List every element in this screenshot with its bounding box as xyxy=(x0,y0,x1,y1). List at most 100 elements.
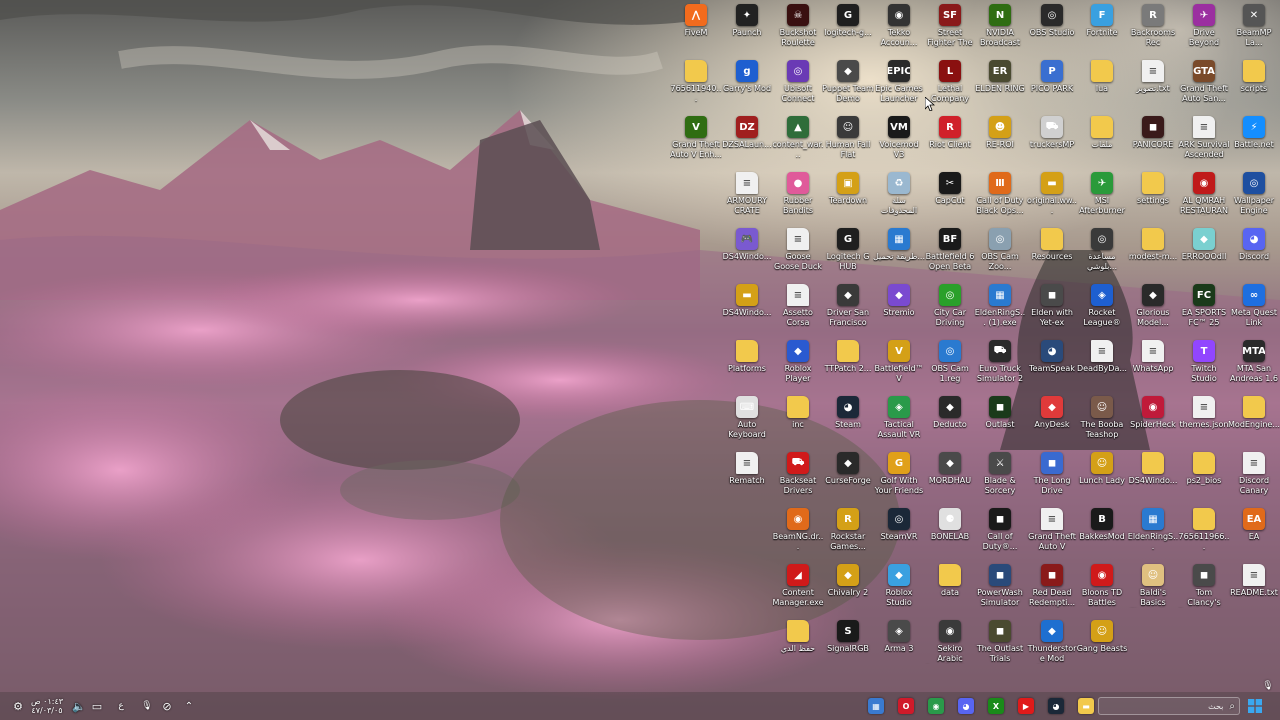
tb-app-explorer-icon[interactable]: ▦ xyxy=(866,696,886,716)
desktop-icon[interactable]: S SignalRGB xyxy=(822,616,874,672)
desktop-icon[interactable]: ◈ Tactical Assault VR xyxy=(873,392,925,448)
desktop-icon[interactable]: ◆ AnyDesk xyxy=(1026,392,1078,448)
desktop-icon[interactable]: T Twitch Studio xyxy=(1178,336,1230,392)
desktop-icon[interactable]: ◼ Red Dead Redempti... xyxy=(1026,560,1078,616)
desktop-icon[interactable]: ∞ Meta Quest Link xyxy=(1228,280,1280,336)
desktop-icon[interactable]: ♻ سلة المحذوفات xyxy=(873,168,925,224)
desktop-icon[interactable]: ◆ Driver San Francisco xyxy=(822,280,874,336)
language-indicator[interactable]: ع xyxy=(114,696,128,716)
desktop-icon[interactable]: R Backrooms Rec xyxy=(1127,0,1179,56)
desktop-icon[interactable]: ☠ Buckshot Roulette xyxy=(772,0,824,56)
desktop-icon[interactable]: ≡ DeadByDa... xyxy=(1076,336,1128,392)
tb-app-opera-icon[interactable]: O xyxy=(896,696,916,716)
search-box[interactable]: ⌕ xyxy=(1098,697,1240,715)
desktop-icon[interactable]: ◆ CurseForge xyxy=(822,448,874,504)
desktop-icon[interactable]: ◼ Outlast xyxy=(974,392,1026,448)
desktop-icon[interactable]: ◎ OBS Studio xyxy=(1026,0,1078,56)
desktop-icon[interactable]: R Riot Client xyxy=(924,112,976,168)
microphone-icon[interactable]: 🎙 xyxy=(140,696,154,716)
desktop-icon[interactable]: modest-m... xyxy=(1127,224,1179,280)
desktop-icon[interactable]: ◎ City Car Driving xyxy=(924,280,976,336)
desktop-icon[interactable]: ☺ Gang Beasts xyxy=(1076,616,1128,672)
desktop-icon[interactable]: ≡ README.txt xyxy=(1228,560,1280,616)
desktop-icon[interactable]: ▦ EldenRingS... (1).exe xyxy=(974,280,1026,336)
desktop-icon[interactable]: ▬ original.ww... xyxy=(1026,168,1078,224)
tb-app-xbox-icon[interactable]: X xyxy=(986,696,1006,716)
desktop-icon[interactable]: ◕ Steam xyxy=(822,392,874,448)
desktop-icon[interactable]: Platforms xyxy=(721,336,773,392)
volume-icon[interactable]: 🔈 xyxy=(72,696,86,716)
desktop-icon[interactable]: ◕ TeamSpeak xyxy=(1026,336,1078,392)
desktop-icon[interactable]: ✦ Paunch xyxy=(721,0,773,56)
desktop-icon[interactable]: ≡ Rematch xyxy=(721,448,773,504)
desktop-icon[interactable]: V Battlefield™ V xyxy=(873,336,925,392)
desktop-icon[interactable]: inc xyxy=(772,392,824,448)
tb-app-youtube-icon[interactable]: ▶ xyxy=(1016,696,1036,716)
desktop-icon[interactable]: ◼ PANICORE xyxy=(1127,112,1179,168)
desktop-icon[interactable]: P PICO PARK xyxy=(1026,56,1078,112)
desktop-icon[interactable]: ⚈ BONELAB xyxy=(924,504,976,560)
desktop-icon[interactable]: ⛟ Backseat Drivers Demo xyxy=(772,448,824,504)
desktop-icon[interactable]: SF Street Fighter The Game xyxy=(924,0,976,56)
tb-app-chrome-icon[interactable]: ◉ xyxy=(926,696,946,716)
desktop-icon[interactable]: ps2_bios xyxy=(1178,448,1230,504)
desktop-icon[interactable]: ☺ Human Fall Flat xyxy=(822,112,874,168)
desktop-icon[interactable]: ▣ Teardown xyxy=(822,168,874,224)
desktop-icon[interactable]: ≡ Discord Canary xyxy=(1228,448,1280,504)
desktop-icon[interactable]: TTPatch 2... xyxy=(822,336,874,392)
desktop-icon[interactable]: G Golf With Your Friends xyxy=(873,448,925,504)
desktop-icon[interactable]: Ⅲ Call of Duty Black Ops... xyxy=(974,168,1026,224)
desktop-icon[interactable]: ◆ Puppet Team Demo xyxy=(822,56,874,112)
desktop-icon[interactable]: ◉ Tekko Accoun... xyxy=(873,0,925,56)
desktop-icon[interactable]: ≡ Goose Goose Duck xyxy=(772,224,824,280)
desktop-icon[interactable]: ◼ Elden with Yet-ex xyxy=(1026,280,1078,336)
desktop-icon[interactable]: Glogitech-g... xyxy=(822,0,874,56)
desktop-icon[interactable]: EA EA xyxy=(1228,504,1280,560)
tb-app-discord-icon[interactable]: ◕ xyxy=(956,696,976,716)
tb-app-steam-icon[interactable]: ◕ xyxy=(1046,696,1066,716)
desktop-icon[interactable]: ملفات xyxy=(1076,112,1128,168)
desktop-icon[interactable]: 🎮 DS4Windo... xyxy=(721,224,773,280)
desktop-icon[interactable]: ⚡ Battle.net xyxy=(1228,112,1280,168)
desktop-icon[interactable]: 765611966... xyxy=(1178,504,1230,560)
desktop-icon[interactable]: ≡ WhatsApp xyxy=(1127,336,1179,392)
desktop-icon[interactable]: ◆ Stremio xyxy=(873,280,925,336)
desktop-icon[interactable]: ≡ Assetto Corsa xyxy=(772,280,824,336)
desktop-icon[interactable]: ◼ Tom Clancy's Rainbow Si... xyxy=(1178,560,1230,616)
desktop-icon[interactable]: ▲ content_war... xyxy=(772,112,824,168)
desktop-icon[interactable]: DZ DZSALaun... xyxy=(721,112,773,168)
search-input[interactable] xyxy=(1123,701,1224,711)
desktop-icon[interactable]: B BakkesMod xyxy=(1076,504,1128,560)
desktop-icon[interactable]: ▬ DS4Windo... xyxy=(721,280,773,336)
desktop-icon[interactable]: حفظ الدي xyxy=(772,616,824,672)
desktop-icon[interactable]: settings xyxy=(1127,168,1179,224)
desktop-icon[interactable]: ◆ MORDHAU xyxy=(924,448,976,504)
chevron-up-icon[interactable]: ⌃ xyxy=(182,696,196,716)
desktop-icon[interactable]: BF Battlefield 6 Open Beta xyxy=(924,224,976,280)
desktop-icon[interactable]: ≡ ARMOURY CRATE xyxy=(721,168,773,224)
desktop-icon[interactable]: ◕ Discord xyxy=(1228,224,1280,280)
desktop-icon[interactable]: ◆ Glorious Model... xyxy=(1127,280,1179,336)
desktop-icon[interactable]: ⛟ truckersMP xyxy=(1026,112,1078,168)
desktop-icon[interactable]: ⌨ Auto Keyboard xyxy=(721,392,773,448)
desktop-icon[interactable]: V Grand Theft Auto V Enh... xyxy=(670,112,722,168)
desktop-icon[interactable]: R Rockstar Games... xyxy=(822,504,874,560)
desktop-icon[interactable]: ◎ OBS Cam 1.reg xyxy=(924,336,976,392)
desktop-icon[interactable]: ◉ Bloons TD Battles xyxy=(1076,560,1128,616)
desktop-icon[interactable]: ⚔ Blade & Sorcery xyxy=(974,448,1026,504)
desktop-icon[interactable]: ◎ مساعدة بلوشي... xyxy=(1076,224,1128,280)
desktop-icon[interactable]: ▦ طريقة تحميل... xyxy=(873,224,925,280)
desktop-icon[interactable]: ◎ Ubisoft Connect xyxy=(772,56,824,112)
desktop-icon[interactable]: ModEngine... xyxy=(1228,392,1280,448)
desktop-icon[interactable]: ◆ Roblox Player xyxy=(772,336,824,392)
gear-icon[interactable]: ⚙ xyxy=(10,696,26,716)
desktop-icon[interactable]: ✂ CapCut xyxy=(924,168,976,224)
desktop-icon[interactable]: ≡ themes.json xyxy=(1178,392,1230,448)
desktop-icon[interactable]: scripts xyxy=(1228,56,1280,112)
start-button[interactable] xyxy=(1246,696,1264,716)
desktop-icon[interactable]: ◎ SteamVR xyxy=(873,504,925,560)
desktop-icon[interactable]: ◼ The Outlast Trials xyxy=(974,616,1026,672)
desktop-icon[interactable]: ◉ Sekiro Arabic Localisation xyxy=(924,616,976,672)
desktop-icon[interactable]: MTA MTA San Andreas 1.6 xyxy=(1228,336,1280,392)
network-icon[interactable]: ▭ xyxy=(90,696,104,716)
